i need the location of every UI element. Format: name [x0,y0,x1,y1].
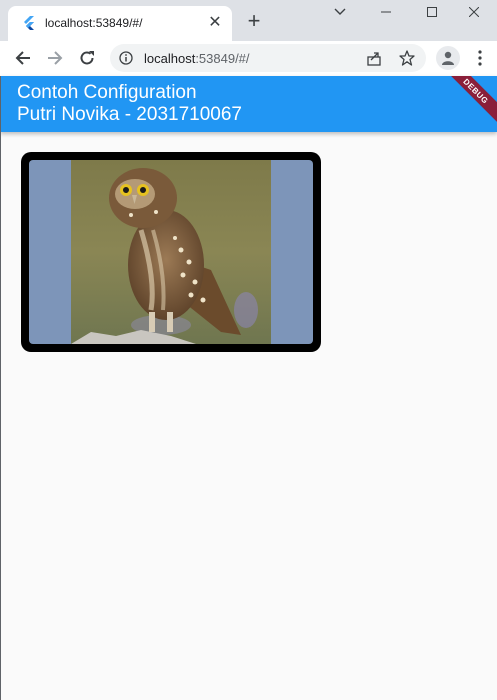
minimize-button[interactable] [363,0,409,24]
browser-toolbar: localhost:53849/#/ [0,41,497,76]
back-button[interactable] [10,45,36,71]
tab-close-icon[interactable]: ✕ [206,14,224,32]
minimize-icon [381,11,391,13]
url-text[interactable]: localhost:53849/#/ [144,51,250,66]
arrow-right-icon [48,51,63,65]
app-bar: Contoh Configuration Putri Novika - 2031… [0,76,497,132]
app-title-line2: Putri Novika - 2031710067 [17,104,242,125]
app-title: Contoh Configuration Putri Novika - 2031… [17,82,242,126]
reload-button[interactable] [74,45,100,71]
new-tab-button[interactable]: + [244,10,264,32]
owl-photo [71,160,271,344]
more-vertical-icon [478,50,482,66]
close-icon [469,7,479,17]
share-icon[interactable] [366,50,382,66]
window-left-border [0,76,1,700]
profile-button[interactable] [436,46,460,70]
maximize-button[interactable] [409,0,455,24]
forward-button[interactable] [42,45,68,71]
maximize-icon [427,7,437,17]
debug-banner: DEBUG [432,76,497,132]
url-host: localhost [144,51,196,66]
browser-tab[interactable]: localhost:53849/#/ ✕ [8,6,232,41]
app-title-line1: Contoh Configuration [17,82,197,103]
browser-tab-strip: localhost:53849/#/ ✕ + [0,0,497,41]
close-window-button[interactable] [451,0,497,24]
star-icon[interactable] [399,50,415,66]
image-frame [29,160,313,344]
tab-search-button[interactable] [317,0,363,24]
avatar-icon [442,51,454,65]
image-container [21,152,321,352]
browser-menu-button[interactable] [470,46,490,70]
chevron-down-icon [334,8,346,15]
reload-icon [80,51,94,65]
url-path: :53849/#/ [195,51,250,66]
info-icon[interactable] [119,51,133,65]
flutter-logo-icon [24,16,34,30]
tab-title: localhost:53849/#/ [45,16,143,30]
address-bar[interactable]: localhost:53849/#/ [110,44,426,72]
arrow-left-icon [15,51,30,65]
